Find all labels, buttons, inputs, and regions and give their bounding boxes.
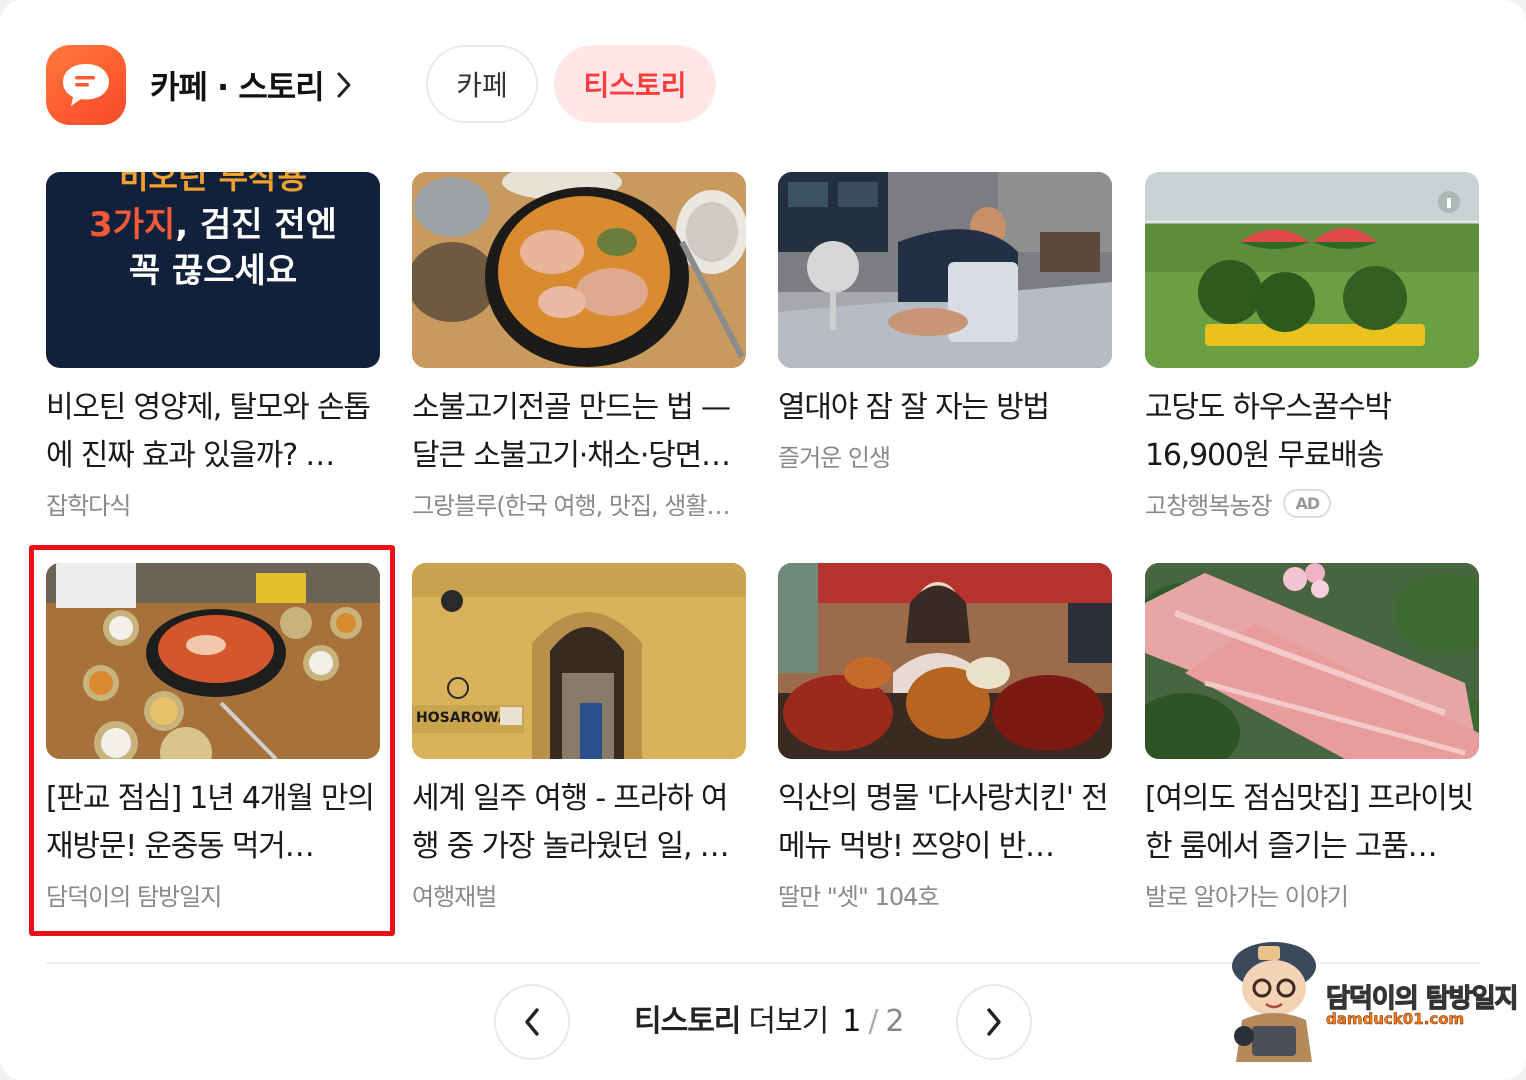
card-thumbnail[interactable] — [412, 172, 746, 368]
chat-bubble-icon — [46, 45, 126, 125]
card-title[interactable]: [여의도 점심맛집] 프라이빗한 룸에서 즐기는 고품… — [1145, 775, 1481, 871]
story-card[interactable]: [판교 점심] 1년 4개월 만의 재방문! 운중동 먹거… 담덕이의 탐방일지 — [46, 563, 382, 912]
thumb-sign-text: HOSAROWA — [416, 710, 509, 726]
chevron-right-icon — [984, 1006, 1004, 1038]
tab-cafe[interactable]: 카페 — [426, 45, 538, 123]
watermark: 담덕이의 탐방일지 damduck01.com — [1222, 936, 1522, 1066]
thumb-text-line2: , 검진 전엔 — [175, 205, 337, 245]
chevron-right-icon — [336, 71, 352, 99]
svg-text:3가지, 검진 전엔: 3가지, 검진 전엔 — [89, 205, 337, 245]
source-name: 즐거운 인생 — [778, 444, 891, 472]
card-thumbnail[interactable] — [778, 172, 1112, 368]
card-source[interactable]: 고창행복농장 AD — [1145, 486, 1481, 521]
story-card[interactable]: HOSAROWA 세계 일주 여행 - 프라하 여행 중 가장 놀라웠던 일, … — [412, 563, 748, 912]
card-source[interactable]: 여행재벌 — [412, 877, 748, 912]
card-source[interactable]: 잡학다식 — [46, 486, 382, 521]
card-thumbnail[interactable] — [1145, 172, 1479, 368]
card-title[interactable]: 소불고기전골 만드는 법 — 달큰 소불고기·채소·당면… — [412, 384, 748, 480]
card-title[interactable]: 고당도 하우스꿀수박 16,900원 무료배송 — [1145, 384, 1481, 480]
tab-bar: 카페 티스토리 — [426, 45, 716, 123]
story-card[interactable]: 비오틴 부작용 3가지, 검진 전엔 꼭 끊으세요 비오틴 영양제, 탈모와 손… — [46, 172, 382, 521]
card-source[interactable]: 담덕이의 탐방일지 — [46, 877, 382, 912]
story-card[interactable]: 고당도 하우스꿀수박 16,900원 무료배송 고창행복농장 AD — [1145, 172, 1481, 521]
page-current: 1 — [842, 1004, 861, 1039]
card-thumbnail[interactable]: 비오틴 부작용 3가지, 검진 전엔 꼭 끊으세요 — [46, 172, 380, 368]
thumb-text-accent: 3가지 — [89, 205, 175, 245]
prev-page-button[interactable] — [494, 984, 570, 1060]
ad-badge: AD — [1283, 489, 1332, 518]
story-card[interactable]: 소불고기전골 만드는 법 — 달큰 소불고기·채소·당면… 그랑블루(한국 여행… — [412, 172, 748, 521]
source-name: 딸만 "셋" 104호 — [778, 883, 939, 911]
thumb-text-line3: 꼭 끊으세요 — [129, 251, 297, 291]
next-page-button[interactable] — [956, 984, 1032, 1060]
card-title[interactable]: 세계 일주 여행 - 프라하 여행 중 가장 놀라웠던 일, … — [412, 775, 748, 871]
story-card[interactable]: 익산의 명물 '다사랑치킨' 전메뉴 먹방! 쯔양이 반… 딸만 "셋" 104… — [778, 563, 1114, 912]
story-card[interactable]: [여의도 점심맛집] 프라이빗한 룸에서 즐기는 고품… 발로 알아가는 이야기 — [1145, 563, 1481, 912]
source-name: 고창행복농장 — [1145, 492, 1272, 520]
section-title-link[interactable]: 카페 · 스토리 — [150, 62, 352, 108]
card-thumbnail[interactable]: HOSAROWA — [412, 563, 746, 759]
more-label: 더보기 — [748, 1004, 829, 1039]
card-thumbnail[interactable] — [778, 563, 1112, 759]
chevron-left-icon — [522, 1006, 542, 1038]
card-title[interactable]: 비오틴 영양제, 탈모와 손톱에 진짜 효과 있을까? … — [46, 384, 382, 480]
more-link[interactable]: 티스토리 더보기 1 / 2 — [634, 996, 905, 1040]
thumb-text-line1: 비오틴 부작용 — [119, 172, 307, 196]
card-source[interactable]: 즐거운 인생 — [778, 438, 1114, 473]
card-title[interactable]: 익산의 명물 '다사랑치킨' 전메뉴 먹방! 쯔양이 반… — [778, 775, 1114, 871]
card-thumbnail[interactable] — [1145, 563, 1479, 759]
page-total: 2 — [885, 1004, 904, 1039]
source-name: 담덕이의 탐방일지 — [46, 883, 222, 911]
source-name: 여행재벌 — [412, 883, 497, 911]
section-header: 카페 · 스토리 — [46, 44, 352, 126]
more-brand: 티스토리 — [634, 1004, 741, 1039]
mascot-icon — [1232, 942, 1316, 1062]
content-panel: 카페 · 스토리 카페 티스토리 비오틴 부작용 3가지, 검진 전엔 꼭 끊으… — [0, 0, 1526, 1080]
source-name: 잡학다식 — [46, 492, 131, 520]
watermark-url: damduck01.com — [1326, 1010, 1465, 1029]
card-title[interactable]: [판교 점심] 1년 4개월 만의 재방문! 운중동 먹거… — [46, 775, 382, 871]
card-source[interactable]: 그랑블루(한국 여행, 맛집, 생활… — [412, 486, 748, 521]
card-thumbnail[interactable] — [46, 563, 380, 759]
source-name: 발로 알아가는 이야기 — [1145, 883, 1349, 911]
page-separator: / — [868, 1004, 878, 1039]
card-source[interactable]: 발로 알아가는 이야기 — [1145, 877, 1481, 912]
card-title[interactable]: 열대야 잠 잘 자는 방법 — [778, 384, 1114, 432]
story-card[interactable]: 열대야 잠 잘 자는 방법 즐거운 인생 — [778, 172, 1114, 473]
card-source[interactable]: 딸만 "셋" 104호 — [778, 877, 1114, 912]
source-name: 그랑블루(한국 여행, 맛집, 생활… — [412, 492, 730, 520]
tab-tistory[interactable]: 티스토리 — [554, 45, 716, 123]
section-title: 카페 · 스토리 — [150, 68, 325, 106]
